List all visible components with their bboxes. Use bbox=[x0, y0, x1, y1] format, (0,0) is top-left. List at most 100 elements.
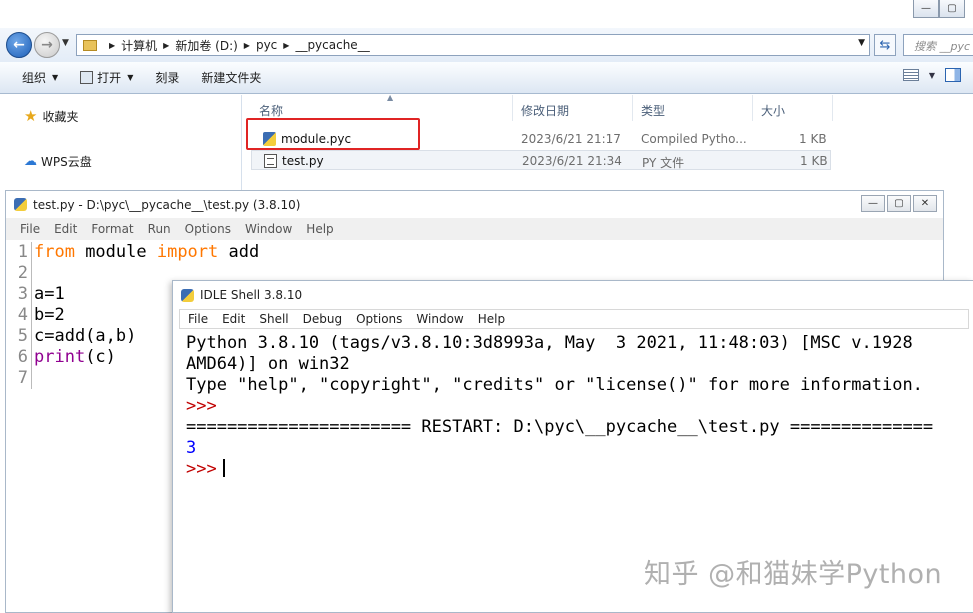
column-header-modified[interactable]: 修改日期 bbox=[513, 95, 633, 121]
view-controls: ▼ bbox=[902, 68, 961, 82]
menu-run[interactable]: Run bbox=[148, 222, 171, 236]
column-header-type[interactable]: 类型 bbox=[633, 95, 753, 121]
breadcrumb-item[interactable]: pyc bbox=[256, 38, 277, 52]
line-number: 3 bbox=[17, 284, 28, 304]
column-label: 大小 bbox=[761, 104, 786, 118]
line-number: 6 bbox=[17, 347, 28, 367]
breadcrumb-separator-icon[interactable]: ▶ bbox=[244, 41, 250, 50]
console-line: Type "help", "copyright", "credits" or "… bbox=[186, 375, 923, 395]
breadcrumb-item[interactable]: 新加卷 (D:) bbox=[175, 37, 237, 54]
new-folder-button[interactable]: 新建文件夹 bbox=[201, 69, 261, 86]
forward-arrow-icon: → bbox=[41, 37, 53, 53]
file-modified: 2023/6/21 21:17 bbox=[521, 132, 621, 146]
file-name: test.py bbox=[282, 154, 324, 168]
breadcrumb-item[interactable]: 计算机 bbox=[121, 37, 157, 54]
line-number: 4 bbox=[17, 305, 28, 325]
line-number: 7 bbox=[17, 368, 28, 388]
shell-title-bar[interactable]: IDLE Shell 3.8.10 bbox=[173, 281, 973, 309]
keyword: from bbox=[34, 242, 75, 262]
code-line: from module import add bbox=[34, 242, 259, 263]
close-button[interactable]: ✕ bbox=[913, 195, 937, 212]
recent-pages-dropdown[interactable]: ▼ bbox=[62, 38, 69, 48]
address-dropdown-icon[interactable]: ▼ bbox=[858, 38, 865, 48]
refresh-button[interactable]: ⇆ bbox=[874, 34, 896, 56]
menu-shell[interactable]: Shell bbox=[259, 312, 288, 326]
nav-item-favorites[interactable]: ★ 收藏夹 bbox=[24, 107, 78, 125]
python-logo-icon bbox=[181, 288, 194, 302]
console-line: Python 3.8.10 (tags/v3.8.10:3d8993a, May… bbox=[186, 333, 913, 353]
preview-pane-icon[interactable] bbox=[945, 68, 961, 82]
console-line: AMD64)] on win32 bbox=[186, 354, 350, 374]
shell-console[interactable]: Python 3.8.10 (tags/v3.8.10:3d8993a, May… bbox=[186, 333, 973, 480]
editor-title-bar[interactable]: test.py - D:\pyc\__pycache__\test.py (3.… bbox=[6, 191, 943, 218]
column-header-size[interactable]: 大小 bbox=[753, 95, 833, 121]
menu-edit[interactable]: Edit bbox=[54, 222, 77, 236]
shell-menu-bar: File Edit Shell Debug Options Window Hel… bbox=[179, 309, 969, 329]
chevron-down-icon: ▼ bbox=[127, 73, 134, 82]
column-label: 名称 bbox=[259, 104, 284, 118]
line-number: 2 bbox=[17, 263, 28, 283]
chevron-down-icon[interactable]: ▼ bbox=[929, 71, 935, 80]
text-cursor bbox=[222, 459, 225, 477]
breadcrumb-separator-icon: ▶ bbox=[109, 40, 116, 50]
menu-help[interactable]: Help bbox=[478, 312, 505, 326]
menu-window[interactable]: Window bbox=[245, 222, 292, 236]
back-button[interactable]: ← bbox=[6, 32, 32, 58]
menu-file[interactable]: File bbox=[20, 222, 40, 236]
file-type: Compiled Pytho... bbox=[641, 132, 747, 146]
highlight-annotation bbox=[246, 118, 420, 150]
minimize-button[interactable]: — bbox=[913, 0, 939, 18]
keyword: import bbox=[156, 242, 219, 262]
restart-line: ====================== RESTART: D:\pyc\_… bbox=[186, 417, 934, 437]
shell-prompt: >>> bbox=[186, 459, 217, 479]
navigation-pane: ★ 收藏夹 ☁ WPS云盘 bbox=[0, 95, 242, 195]
minimize-button[interactable]: — bbox=[861, 195, 885, 212]
window-title: IDLE Shell 3.8.10 bbox=[200, 288, 303, 302]
column-label: 修改日期 bbox=[521, 104, 570, 118]
organize-label: 组织 bbox=[22, 71, 47, 85]
forward-button[interactable]: → bbox=[34, 32, 60, 58]
view-options-icon[interactable] bbox=[902, 69, 919, 81]
new-folder-label: 新建文件夹 bbox=[201, 71, 262, 85]
maximize-button[interactable]: ▢ bbox=[887, 195, 911, 212]
menu-format[interactable]: Format bbox=[91, 222, 133, 236]
cloud-icon: ☁ bbox=[24, 154, 37, 169]
line-number-gutter: 1234567 bbox=[12, 242, 32, 389]
editor-menu-bar: File Edit Format Run Options Window Help bbox=[6, 218, 943, 240]
maximize-button[interactable]: ▢ bbox=[939, 0, 965, 18]
back-arrow-icon: ← bbox=[13, 37, 25, 53]
burn-label: 刻录 bbox=[155, 71, 180, 85]
address-bar[interactable]: ▶ 计算机 ▶ 新加卷 (D:) ▶ pyc ▶ __pycache__ ▼ bbox=[76, 34, 870, 56]
menu-debug[interactable]: Debug bbox=[303, 312, 342, 326]
menu-edit[interactable]: Edit bbox=[222, 312, 245, 326]
file-size: 1 KB bbox=[800, 154, 828, 168]
menu-window[interactable]: Window bbox=[416, 312, 463, 326]
nav-item-wps-cloud[interactable]: ☁ WPS云盘 bbox=[24, 153, 92, 170]
refresh-icon: ⇆ bbox=[879, 37, 891, 53]
file-row-test-py[interactable]: test.py 2023/6/21 21:34 PY 文件 1 KB bbox=[251, 150, 831, 170]
breadcrumb-separator-icon[interactable]: ▶ bbox=[163, 41, 169, 50]
organize-button[interactable]: 组织 ▼ bbox=[22, 69, 58, 86]
menu-file[interactable]: File bbox=[188, 312, 208, 326]
search-input[interactable]: 搜索 __pyc bbox=[903, 34, 973, 56]
column-label: 类型 bbox=[641, 104, 666, 118]
menu-help[interactable]: Help bbox=[306, 222, 333, 236]
builtin: print bbox=[34, 347, 86, 367]
address-row: ← → ▼ ▶ 计算机 ▶ 新加卷 (D:) ▶ pyc ▶ __pycache… bbox=[0, 28, 973, 62]
folder-icon bbox=[83, 39, 97, 51]
menu-options[interactable]: Options bbox=[356, 312, 402, 326]
code-text: module bbox=[74, 242, 157, 262]
command-bar: 组织 ▼ 打开 ▼ 刻录 新建文件夹 ▼ bbox=[0, 62, 973, 94]
menu-options[interactable]: Options bbox=[185, 222, 231, 236]
sort-arrow-icon: ▲ bbox=[387, 93, 394, 102]
burn-button[interactable]: 刻录 bbox=[155, 69, 179, 86]
breadcrumb-separator-icon[interactable]: ▶ bbox=[283, 41, 289, 50]
breadcrumb-item[interactable]: __pycache__ bbox=[295, 38, 369, 52]
file-modified: 2023/6/21 21:34 bbox=[522, 154, 622, 168]
open-button[interactable]: 打开 ▼ bbox=[80, 69, 133, 86]
star-icon: ★ bbox=[24, 107, 38, 125]
input-line[interactable]: >>> bbox=[186, 459, 973, 480]
nav-label: WPS云盘 bbox=[41, 155, 92, 169]
explorer-window-controls: — ▢ bbox=[913, 0, 965, 18]
open-label: 打开 bbox=[97, 71, 122, 85]
